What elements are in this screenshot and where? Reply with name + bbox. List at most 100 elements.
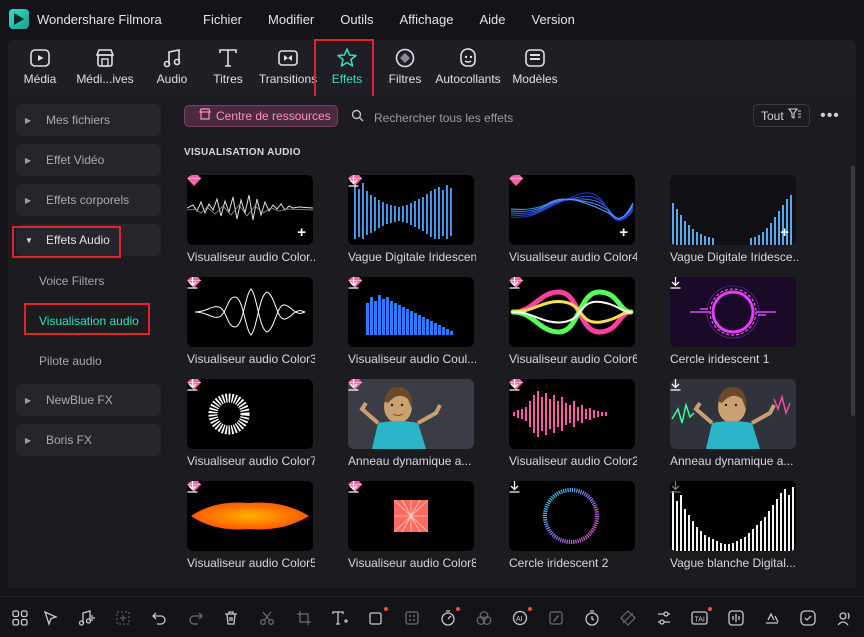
svg-text:TAI: TAI [695, 617, 705, 624]
crop-icon[interactable] [295, 609, 313, 627]
add-icon[interactable]: + [297, 225, 306, 240]
ai-portrait-icon[interactable]: AI [511, 607, 532, 627]
download-icon[interactable] [348, 175, 359, 187]
effect-card[interactable]: Cercle iridescent 2 [509, 481, 637, 573]
effect-card[interactable]: Anneau dynamique a... [348, 379, 476, 471]
sidebar-item-audio-effects[interactable]: ▼ Effets Audio [16, 224, 161, 256]
download-icon[interactable] [509, 277, 520, 289]
effect-card[interactable]: + Vague Digitale Iridesce... [670, 175, 798, 267]
tab-filters-label: Filtres [388, 72, 422, 86]
effect-card[interactable]: Vague Digitale Iridescent... [348, 175, 476, 267]
sidebar-item-my-files[interactable]: ▶ Mes fichiers [16, 104, 161, 136]
effect-card[interactable]: Visualiseur audio Color8 [348, 481, 476, 573]
more-options-button[interactable]: ••• [820, 106, 840, 126]
download-icon[interactable] [348, 481, 359, 493]
snap-icon[interactable] [799, 609, 817, 627]
resource-center-label: Centre de ressources [216, 109, 331, 123]
search-input[interactable] [374, 111, 574, 125]
text-tool-icon[interactable] [331, 609, 349, 627]
add-icon[interactable]: + [619, 225, 628, 240]
audio-icon[interactable] [78, 609, 96, 627]
timer-icon[interactable] [583, 609, 601, 627]
resource-center-button[interactable]: Centre de ressources [184, 105, 338, 127]
tab-titles-label: Titres [213, 72, 243, 86]
download-icon[interactable] [509, 481, 520, 493]
track-icon[interactable] [763, 609, 781, 627]
tab-templates[interactable]: Modèles [510, 40, 560, 96]
effect-card[interactable]: Visualiseur audio Color3 [187, 277, 315, 369]
menu-aide[interactable]: Aide [479, 12, 505, 27]
effect-card[interactable]: Visualiseur audio Color7 [187, 379, 315, 471]
shape-icon[interactable] [367, 607, 388, 627]
tab-effects[interactable]: Effets [324, 40, 370, 96]
menu-version[interactable]: Version [532, 12, 575, 27]
sidebar-item-video-effects[interactable]: ▶ Effet Vidéo [16, 144, 161, 176]
effect-name: Visualiseur audio Color2 [509, 454, 637, 468]
effect-card[interactable]: + Visualiseur audio Color... [187, 175, 315, 267]
select-arrow-icon[interactable] [42, 609, 60, 627]
sidebar-item-body-effects[interactable]: ▶ Effets corporels [16, 184, 161, 216]
effect-card[interactable]: Visualiseur audio Color5 [187, 481, 315, 573]
tab-stock-media-label: Médi...ives [76, 72, 134, 86]
effect-card[interactable]: Visualiseur audio Color2 [509, 379, 637, 471]
ai-edit-icon[interactable] [547, 609, 565, 627]
voice-icon[interactable] [835, 609, 853, 627]
keyframe-icon[interactable] [619, 609, 637, 627]
add-icon[interactable]: + [780, 225, 789, 240]
sidebar-item-newblue-fx[interactable]: ▶ NewBlue FX [16, 384, 161, 416]
filter-dropdown[interactable]: Tout [753, 104, 810, 127]
tab-audio[interactable]: Audio [152, 40, 192, 96]
redo-icon[interactable] [187, 609, 205, 627]
menu-modifier[interactable]: Modifier [268, 12, 314, 27]
download-icon[interactable] [670, 481, 681, 493]
sidebar-item-boris-fx[interactable]: ▶ Boris FX [16, 424, 161, 456]
menu-outils[interactable]: Outils [340, 12, 373, 27]
effect-name: Anneau dynamique a... [670, 454, 794, 468]
sidebar-subitem-audio-driver[interactable]: Pilote audio [39, 354, 102, 368]
color-icon[interactable] [403, 609, 421, 627]
tab-transitions[interactable]: Transitions [259, 40, 317, 96]
download-icon[interactable] [348, 277, 359, 289]
download-icon[interactable] [670, 379, 681, 391]
tab-media[interactable]: Média [20, 40, 60, 96]
effect-card[interactable]: Visualiseur audio Coul... [348, 277, 476, 369]
adjust-icon[interactable] [655, 609, 673, 627]
tab-stickers[interactable]: Autocollants [432, 40, 504, 96]
text-icon [216, 47, 240, 69]
download-icon[interactable] [670, 277, 681, 289]
ai-text-icon[interactable]: TAI [691, 607, 712, 627]
tab-audio-label: Audio [156, 72, 188, 86]
download-icon[interactable] [509, 379, 520, 391]
download-icon[interactable] [187, 277, 198, 289]
download-icon[interactable] [348, 379, 359, 391]
sidebar-subitem-voice-filters[interactable]: Voice Filters [39, 274, 104, 288]
audio-wave-icon[interactable] [727, 609, 745, 627]
notification-dot [708, 607, 712, 611]
effect-name: Anneau dynamique a... [348, 454, 472, 468]
download-icon[interactable] [187, 481, 198, 493]
undo-icon[interactable] [150, 609, 168, 627]
effect-card[interactable]: Visualiseur audio Color6 [509, 277, 637, 369]
sidebar-subitem-audio-visualization[interactable]: Visualisation audio [39, 314, 139, 328]
section-title: VISUALISATION AUDIO [184, 147, 301, 158]
sidebar-item-label: Boris FX [46, 433, 93, 447]
effect-card[interactable]: + Visualiseur audio Color4 [509, 175, 637, 267]
effect-card[interactable]: Vague blanche Digital... [670, 481, 798, 573]
tab-filters[interactable]: Filtres [382, 40, 428, 96]
grid-icon[interactable] [11, 609, 29, 627]
scrollbar[interactable] [851, 166, 855, 416]
menu-fichier[interactable]: Fichier [203, 12, 242, 27]
effect-thumbnail [348, 379, 474, 449]
effect-card[interactable]: Anneau dynamique a... [670, 379, 798, 471]
delete-icon[interactable] [222, 609, 240, 627]
tab-titles[interactable]: Titres [208, 40, 248, 96]
crop-disabled-icon[interactable] [114, 609, 132, 627]
effect-card[interactable]: Cercle iridescent 1 [670, 277, 798, 369]
tab-stock-media[interactable]: Médi...ives [68, 40, 142, 96]
menu-affichage[interactable]: Affichage [400, 12, 454, 27]
mask-icon[interactable] [475, 609, 493, 627]
download-icon[interactable] [187, 379, 198, 391]
filters-icon [393, 47, 417, 69]
cut-icon[interactable] [258, 609, 276, 627]
speed-icon[interactable] [439, 607, 460, 627]
